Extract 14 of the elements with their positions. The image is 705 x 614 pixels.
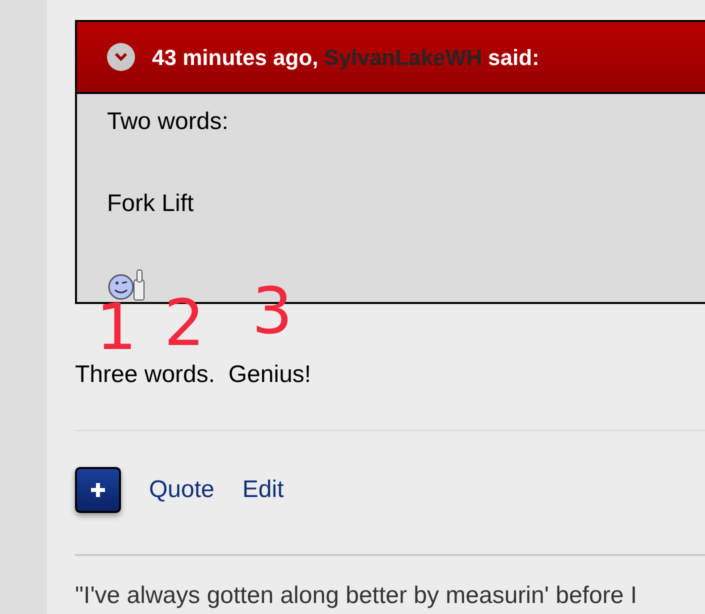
add-button[interactable] xyxy=(75,467,121,513)
post-text: Three words. Genius! xyxy=(75,360,312,390)
handwritten-number: 1 xyxy=(96,296,137,360)
quote-text: Fork Lift xyxy=(107,189,195,219)
handwritten-number: 2 xyxy=(164,292,205,356)
post-text: "I've always gotten along better by measurin' before I xyxy=(75,581,638,611)
quote-text: Two words: xyxy=(107,107,230,137)
plus-icon xyxy=(89,481,107,499)
action-link[interactable]: Edit xyxy=(242,472,284,508)
action-link[interactable]: Quote xyxy=(149,472,214,508)
chevron-icon xyxy=(114,52,128,62)
quote-time: 43 minutes ago, xyxy=(152,44,318,72)
collapse-button[interactable] xyxy=(107,43,135,71)
said-label: said: xyxy=(488,44,540,72)
